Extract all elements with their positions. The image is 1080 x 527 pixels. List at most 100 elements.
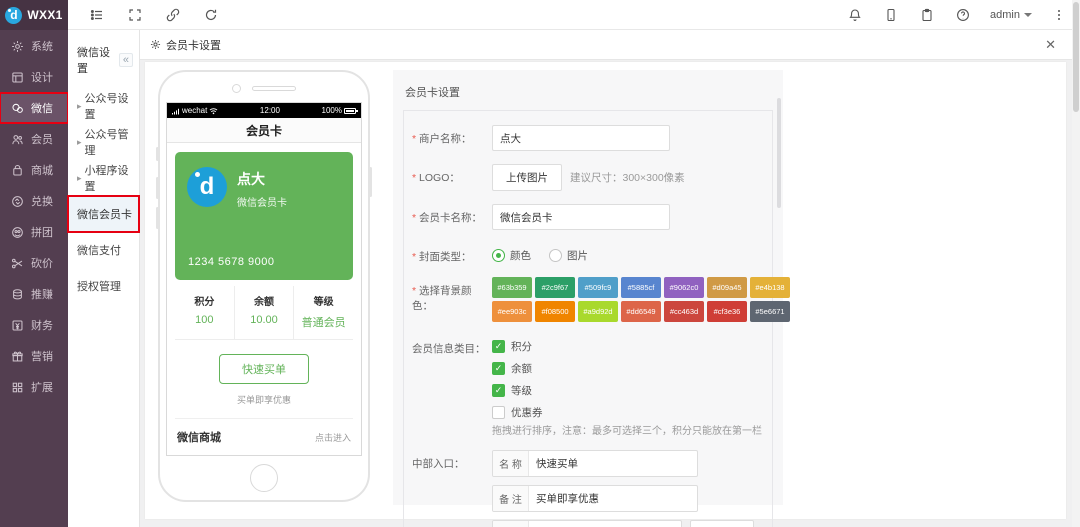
sidebar-item-exchange[interactable]: 兑换 <box>0 186 68 216</box>
sidebar-item-gear[interactable]: 系统 <box>0 31 68 61</box>
checkbox-余额[interactable]: ✓余额 <box>492 361 764 376</box>
color-swatch-2c9f67[interactable]: #2c9f67 <box>535 277 575 298</box>
earn-icon <box>11 288 24 301</box>
sidebar-item-shop[interactable]: 商城 <box>0 155 68 185</box>
fullscreen-icon[interactable] <box>120 0 150 30</box>
color-swatch-509fc9[interactable]: #509fc9 <box>578 277 618 298</box>
app-logo[interactable]: d WXX1 <box>0 0 68 30</box>
phone-screen: wechat 12:00 100% 会员卡 <box>166 102 362 456</box>
sidebar-item-label: 兑换 <box>31 193 53 209</box>
checkbox-等级[interactable]: ✓等级 <box>492 383 764 398</box>
question-icon[interactable] <box>948 0 978 30</box>
refresh-icon[interactable] <box>196 0 226 30</box>
sidebar-item-group[interactable]: 拼团 <box>0 217 68 247</box>
merchant-name-input[interactable] <box>492 125 670 151</box>
submenu-item-label: 微信支付 <box>77 242 121 258</box>
info-category-hint: 拖拽进行排序，注意：最多可选择三个，积分只能放在第一栏 <box>492 422 764 437</box>
submenu-item-label: 授权管理 <box>77 278 121 294</box>
checkbox-icon: ✓ <box>492 384 505 397</box>
form-title: 会员卡设置 <box>403 80 773 110</box>
color-swatch-d09a45[interactable]: #d09a45 <box>707 277 747 298</box>
tab-membership-card-settings[interactable]: 会员卡设置 <box>150 37 221 53</box>
upload-image-button[interactable]: 上传图片 <box>492 164 562 191</box>
design-icon <box>11 71 24 84</box>
sidebar-item-design[interactable]: 设计 <box>0 62 68 92</box>
color-swatch-f08500[interactable]: #f08500 <box>535 301 575 322</box>
secondary-sidebar: 微信设置 « ▸公众号设置▸公众号管理▸小程序设置微信会员卡微信支付授权管理 <box>68 30 140 527</box>
close-icon[interactable]: ✕ <box>1031 37 1070 53</box>
color-swatch-dd6549[interactable]: #dd6549 <box>621 301 661 322</box>
phone-frame: wechat 12:00 100% 会员卡 <box>158 70 370 502</box>
sidebar-item-finance[interactable]: 财务 <box>0 310 68 340</box>
cover-type-radio-颜色[interactable]: 颜色 <box>492 248 531 263</box>
card-name-input[interactable] <box>492 204 670 230</box>
color-swatch-5e6671[interactable]: #5e6671 <box>750 301 790 322</box>
phone-menu-item[interactable]: 微信商城点击进入 <box>175 419 353 456</box>
mobile-icon[interactable] <box>876 0 906 30</box>
sidebar-item-earn[interactable]: 推赚 <box>0 279 68 309</box>
submenu-item-1[interactable]: ▸公众号管理 <box>68 124 139 160</box>
membership-card[interactable]: d 点大 微信会员卡 1234 5678 9000 <box>175 152 353 280</box>
window-scrollbar[interactable] <box>1072 0 1080 527</box>
sidebar-item-wechat[interactable]: 微信 <box>0 93 68 123</box>
cover-type-radio-图片[interactable]: 图片 <box>549 248 588 263</box>
list-icon[interactable] <box>82 0 112 30</box>
bargain-icon <box>11 257 24 270</box>
content-card: wechat 12:00 100% 会员卡 <box>145 62 1066 519</box>
clock-label: 12:00 <box>218 106 321 115</box>
submenu-item-4[interactable]: 微信支付 <box>68 232 139 268</box>
submenu-item-label: 小程序设置 <box>85 162 139 194</box>
phone-preview: wechat 12:00 100% 会员卡 <box>145 62 377 519</box>
clipboard-icon[interactable] <box>912 0 942 30</box>
stat-等级: 等级普通会员 <box>294 286 353 339</box>
carrier-label: wechat <box>182 106 207 115</box>
sidebar-item-label: 财务 <box>31 317 53 333</box>
sidebar-item-label: 扩展 <box>31 379 53 395</box>
link-icon[interactable] <box>158 0 188 30</box>
submenu-item-3[interactable]: 微信会员卡 <box>68 196 139 232</box>
color-swatch-ee903c[interactable]: #ee903c <box>492 301 532 322</box>
sidebar-item-gift[interactable]: 营销 <box>0 341 68 371</box>
radio-icon <box>492 249 505 262</box>
admin-menu[interactable]: admin <box>984 9 1038 21</box>
submenu-item-label: 公众号管理 <box>85 126 139 158</box>
submenu-item-5[interactable]: 授权管理 <box>68 268 139 304</box>
home-button[interactable] <box>250 464 278 492</box>
checkbox-优惠券[interactable]: 优惠券 <box>492 405 764 420</box>
sidebar-item-label: 商城 <box>31 162 53 178</box>
submenu-item-2[interactable]: ▸小程序设置 <box>68 160 139 196</box>
entry-input-note[interactable] <box>529 486 697 511</box>
quick-pay-button[interactable]: 快速买单 <box>219 354 309 384</box>
color-swatch-9062c0[interactable]: #9062c0 <box>664 277 704 298</box>
color-swatch-5885cf[interactable]: #5885cf <box>621 277 661 298</box>
checkbox-icon <box>492 406 505 419</box>
panel-scrollbar[interactable] <box>777 98 781 208</box>
submenu-item-0[interactable]: ▸公众号设置 <box>68 88 139 124</box>
chevron-right-icon: ▸ <box>77 137 82 148</box>
wechat-icon <box>11 102 24 115</box>
entry-input-link[interactable] <box>529 521 681 527</box>
pick-link-button[interactable]: 选择链接 <box>690 520 754 527</box>
entry-input-name[interactable] <box>529 451 697 476</box>
collapse-icon[interactable]: « <box>119 53 133 67</box>
phone-page-title: 会员卡 <box>167 118 361 143</box>
color-swatch-cf3e36[interactable]: #cf3e36 <box>707 301 747 322</box>
sidebar-item-users[interactable]: 会员 <box>0 124 68 154</box>
top-navbar: admin <box>68 0 1080 30</box>
color-swatch-e4b138[interactable]: #e4b138 <box>750 277 790 298</box>
card-name: 微信会员卡 <box>237 194 287 209</box>
sidebar-item-bargain[interactable]: 砍价 <box>0 248 68 278</box>
sidebar-item-expand[interactable]: 扩展 <box>0 372 68 402</box>
color-swatch-a9d92d[interactable]: #a9d92d <box>578 301 618 322</box>
color-swatch-cc463d[interactable]: #cc463d <box>664 301 704 322</box>
phone-speaker <box>252 86 296 91</box>
gear-icon <box>150 39 161 50</box>
radio-icon <box>549 249 562 262</box>
cover-type-label: 封面类型： <box>412 243 492 264</box>
bell-icon[interactable] <box>840 0 870 30</box>
card-empty-space <box>783 62 1066 519</box>
checkbox-积分[interactable]: ✓积分 <box>492 339 764 354</box>
merchant-logo-icon: d <box>187 167 227 207</box>
more-dots-icon[interactable] <box>1044 0 1074 30</box>
color-swatch-63b359[interactable]: #63b359 <box>492 277 532 298</box>
